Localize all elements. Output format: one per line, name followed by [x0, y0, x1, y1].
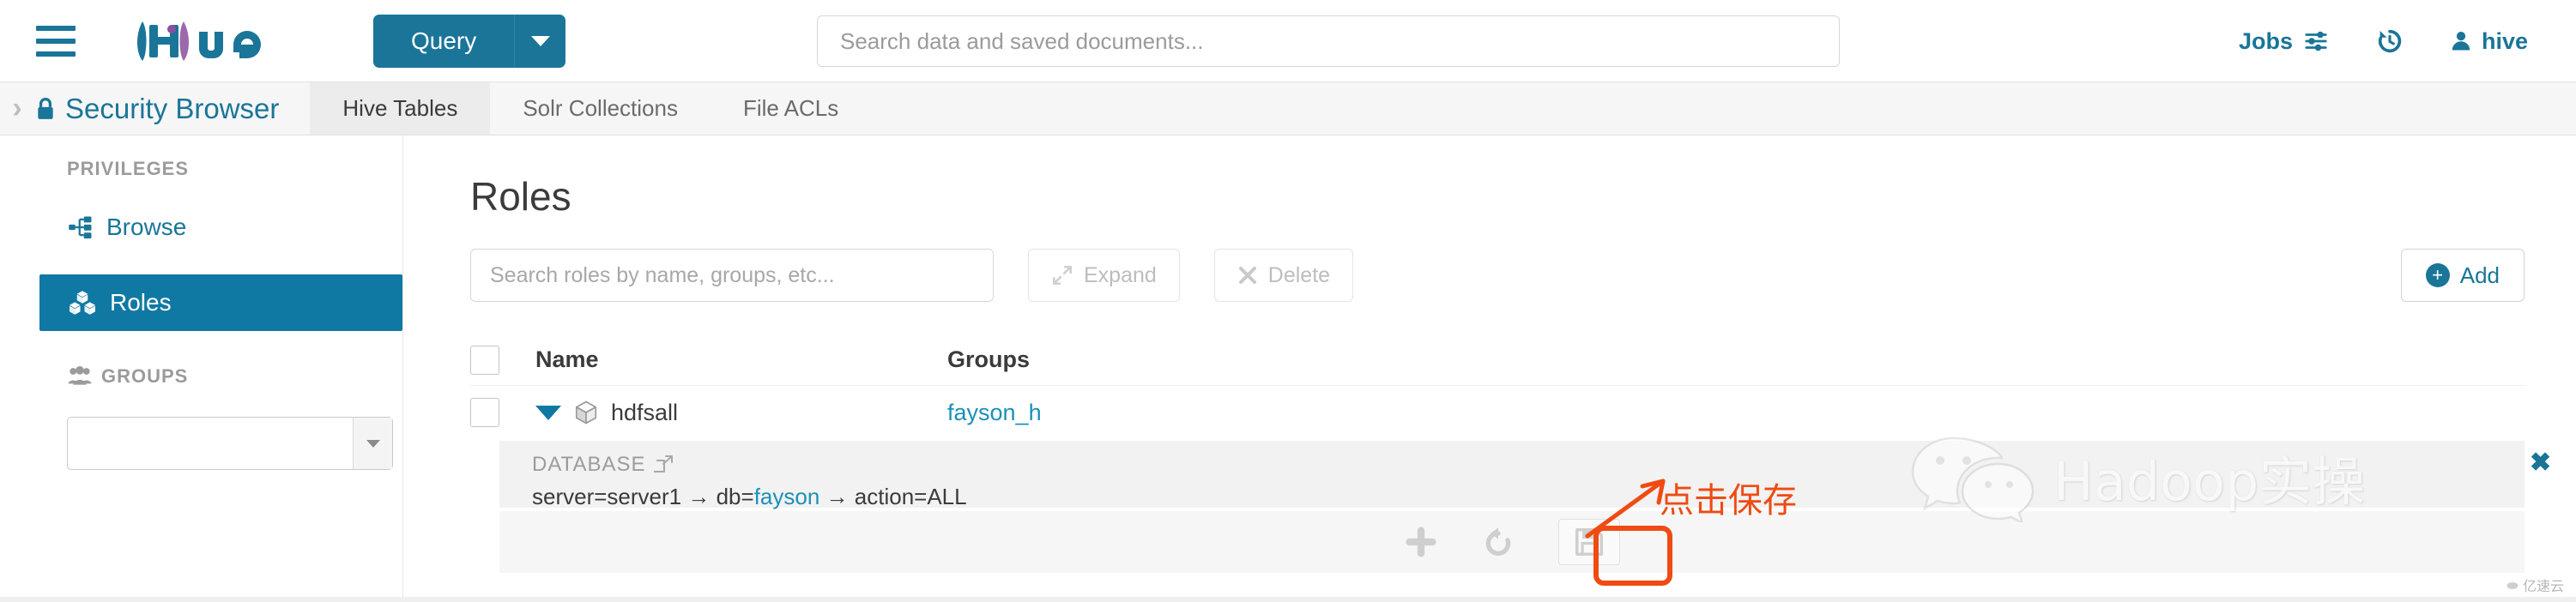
wechat-icon [1911, 436, 2035, 522]
user-menu[interactable]: hive [2449, 28, 2528, 55]
external-link-icon[interactable] [654, 455, 674, 475]
add-button[interactable]: + Add [2400, 249, 2525, 302]
user-icon [2452, 32, 2470, 51]
row-name-cell: hdfsall [535, 400, 947, 426]
tab-file-acls-label: File ACLs [742, 95, 839, 121]
roles-toolbar: Expand Delete + Add [470, 249, 2525, 302]
hamburger-menu-icon[interactable] [36, 25, 76, 57]
query-dropdown-caret-icon[interactable] [514, 14, 566, 68]
top-navbar: Query Jobs [0, 0, 2576, 82]
sliders-icon [2305, 31, 2327, 51]
plus-icon-glyph [1406, 527, 1436, 557]
sitemap-icon [69, 216, 92, 239]
undo-icon-glyph [1485, 527, 1511, 556]
tab-file-acls[interactable]: File ACLs [711, 82, 871, 135]
watermark-text: Hadoop实操 [2053, 450, 2366, 513]
sidebar-item-roles[interactable]: Roles [39, 274, 402, 331]
lock-icon [38, 97, 53, 119]
undo-icon[interactable] [1481, 525, 1515, 559]
detail-part-3: fayson [753, 484, 820, 509]
search-input[interactable] [840, 27, 1817, 55]
history-clock-icon [2378, 29, 2402, 53]
query-button[interactable]: Query [373, 14, 515, 68]
sidebar-item-roles-label: Roles [110, 289, 172, 316]
detail-part-5: action=ALL [854, 484, 967, 509]
app-root: Query Jobs [0, 0, 2576, 602]
watermark: Hadoop实操 [1909, 429, 2553, 525]
column-header-groups: Groups [947, 346, 1031, 372]
hue-logo[interactable] [137, 15, 296, 67]
detail-part-4: → [825, 484, 849, 509]
sidebar: PRIVILEGES Browse Roles GROUPS [0, 135, 403, 602]
column-header-name: Name [535, 346, 599, 372]
cube-icon [575, 400, 597, 424]
expand-arrows-icon [1052, 265, 1073, 286]
add-button-label: Add [2459, 262, 2500, 288]
cloud-icon [2506, 582, 2519, 589]
close-icon[interactable]: ✖ [2530, 448, 2567, 478]
detail-part-2: db= [716, 484, 754, 509]
hue-logo-icon [137, 21, 261, 61]
roles-table: Name Groups hdfsall fayson_h [470, 334, 2525, 439]
history-button[interactable] [2375, 27, 2404, 56]
global-search[interactable] [817, 15, 1840, 67]
expand-button[interactable]: Expand [1028, 249, 1180, 302]
sub-header: › Security Browser Hive Tables Solr Coll… [0, 82, 2576, 135]
table-header-row: Name Groups [470, 334, 2525, 386]
app-title[interactable]: Security Browser [34, 82, 296, 135]
corner-badge: 亿速云 [2506, 575, 2564, 595]
caret-down-icon[interactable] [353, 418, 392, 469]
expand-button-label: Expand [1084, 262, 1157, 287]
row-groups-cell: fayson_h [947, 400, 1042, 426]
page-title: Roles [470, 174, 571, 219]
main-content: Roles Expand [403, 135, 2576, 602]
sidebar-section-privileges: PRIVILEGES [0, 135, 402, 180]
groups-select[interactable] [67, 417, 393, 470]
user-label: hive [2481, 27, 2528, 54]
chevron-right-icon[interactable]: › [0, 82, 34, 135]
sidebar-section-privileges-label: PRIVILEGES [67, 158, 190, 179]
jobs-button[interactable]: Jobs [2239, 28, 2331, 55]
row-name-label: hdfsall [611, 399, 679, 425]
row-checkbox[interactable] [470, 398, 499, 427]
tab-hive-tables-label: Hive Tables [342, 95, 458, 121]
select-all-checkbox[interactable] [470, 345, 499, 375]
delete-button[interactable]: Delete [1213, 249, 1354, 302]
sidebar-section-groups-label: GROUPS [101, 365, 189, 387]
detail-part-0: server=server1 [532, 484, 682, 509]
group-link[interactable]: fayson_h [947, 400, 1042, 425]
horizontal-scrollbar[interactable] [0, 597, 2576, 602]
sidebar-item-browse-label: Browse [106, 214, 187, 240]
sidebar-section-groups: GROUPS [0, 331, 402, 388]
users-icon [68, 366, 92, 385]
tab-solr-collections-label: Solr Collections [523, 95, 678, 121]
detail-part-1: → [687, 484, 711, 509]
privilege-scope-label: DATABASE [532, 453, 646, 476]
sidebar-item-browse[interactable]: Browse [39, 199, 402, 256]
delete-button-label: Delete [1267, 262, 1331, 287]
annotation-text: 点击保存 [1660, 481, 1797, 521]
roles-search-input[interactable] [490, 262, 974, 288]
app-title-label: Security Browser [65, 92, 280, 124]
plus-icon[interactable] [1404, 525, 1438, 559]
caret-down-icon[interactable] [535, 405, 561, 420]
tab-solr-collections[interactable]: Solr Collections [490, 82, 711, 135]
navbar-right-actions: Jobs hive [2239, 0, 2528, 82]
query-button-group: Query [373, 14, 566, 68]
plus-circle-icon: + [2425, 263, 2450, 287]
jobs-label: Jobs [2238, 27, 2293, 54]
tab-hive-tables[interactable]: Hive Tables [310, 82, 491, 135]
tab-bar: Hive Tables Solr Collections File ACLs [310, 82, 871, 135]
corner-badge-label: 亿速云 [2522, 580, 2564, 594]
times-icon [1238, 267, 1256, 284]
roles-search[interactable] [470, 249, 994, 302]
groups-select-value[interactable] [68, 418, 353, 469]
cubes-icon [70, 291, 95, 315]
